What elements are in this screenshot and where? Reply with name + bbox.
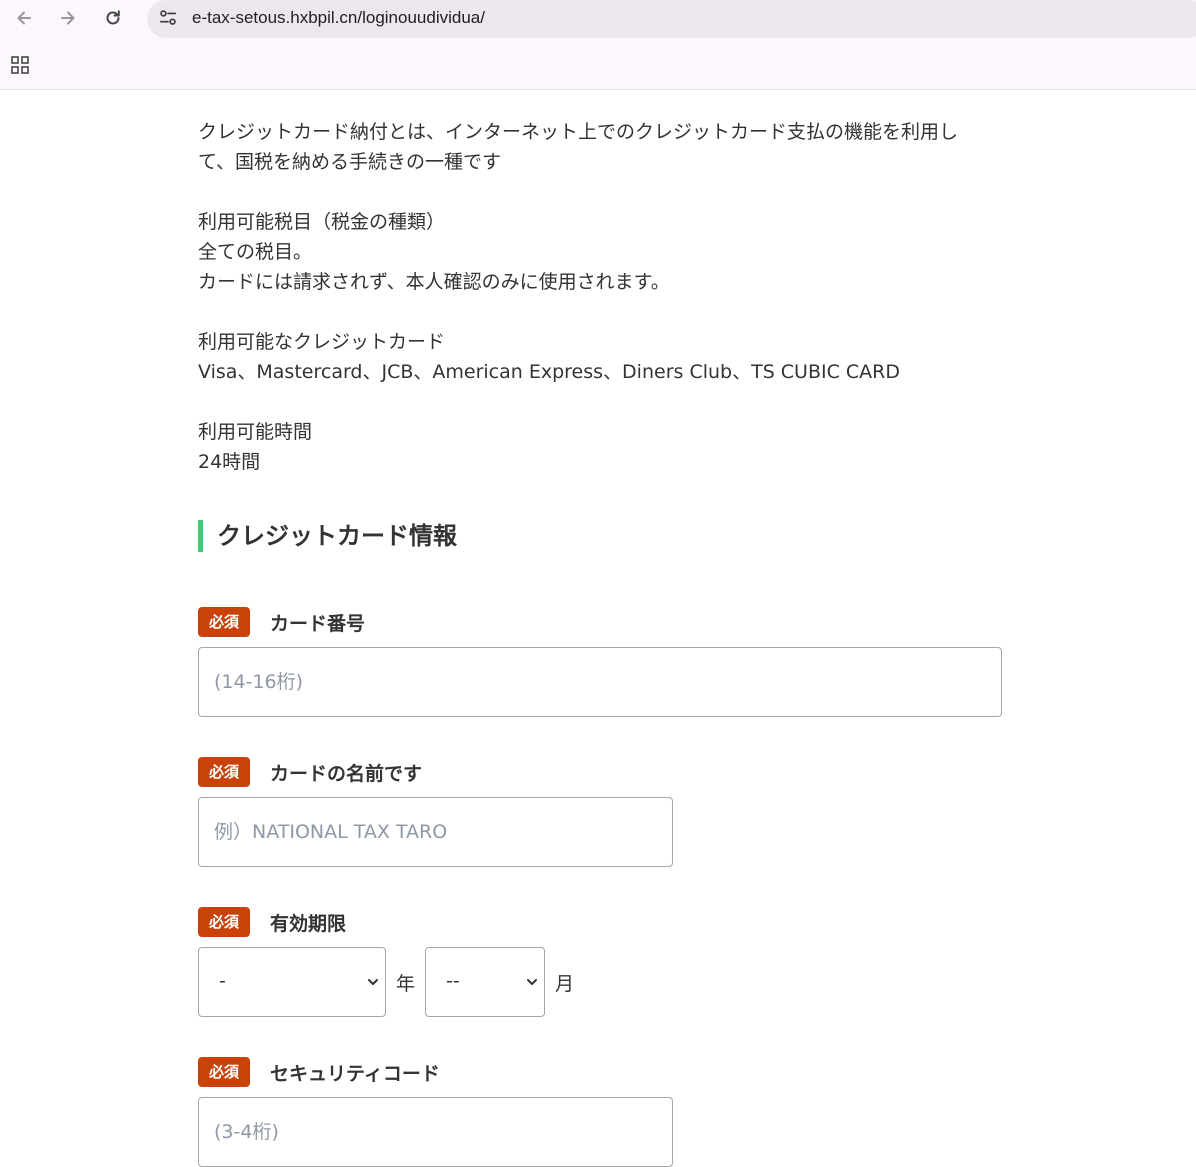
intro-text-line1: クレジットカード納付とは、インターネット上でのクレジットカード支払の機能を利用し — [198, 121, 959, 143]
card-number-label-text: カード番号 — [270, 612, 366, 635]
required-badge: 必須 — [198, 607, 250, 637]
security-code-label-text: セキュリティコード — [270, 1062, 440, 1085]
address-bar[interactable]: e-tax-setous.hxbpil.cn/loginouudividua/ — [147, 0, 1196, 38]
expiry-month-select[interactable]: -- — [425, 947, 546, 1017]
chevron-down-icon — [368, 979, 378, 985]
back-arrow-icon[interactable] — [11, 5, 37, 31]
security-code-group: 必須 セキュリティコード — [198, 1057, 1008, 1167]
card-number-input[interactable] — [198, 647, 1002, 717]
section-title: クレジットカード情報 — [198, 520, 1008, 552]
hours-value: 24時間 — [198, 451, 261, 473]
expiry-selects: - 年 -- 月 — [198, 947, 1008, 1017]
tax-types-value: 全ての税目。 — [198, 241, 313, 263]
expiry-group: 必須 有効期限 - 年 -- 月 — [198, 907, 1008, 1017]
expiry-year-select[interactable]: - — [198, 947, 386, 1017]
card-name-group: 必須 カードの名前です — [198, 757, 1008, 867]
browser-toolbar: e-tax-setous.hxbpil.cn/loginouudividua/ — [0, 0, 1196, 90]
card-name-label: 必須 カードの名前です — [198, 757, 1008, 787]
required-badge: 必須 — [198, 1057, 250, 1087]
card-number-label: 必須 カード番号 — [198, 607, 1008, 637]
expiry-year-value: - — [219, 970, 226, 992]
apps-grid-icon[interactable] — [10, 55, 30, 75]
tax-types-heading: 利用可能税目（税金の種類） — [198, 211, 446, 233]
site-settings-icon[interactable] — [157, 6, 179, 30]
month-unit: 月 — [555, 972, 575, 995]
main-content: クレジットカード納付とは、インターネット上でのクレジットカード支払の機能を利用し… — [198, 117, 1008, 1167]
accepted-cards-value: Visa、Mastercard、JCB、American Express、Din… — [198, 361, 901, 383]
expiry-label-text: 有効期限 — [270, 912, 347, 935]
required-badge: 必須 — [198, 907, 250, 937]
year-unit: 年 — [396, 972, 416, 995]
required-badge: 必須 — [198, 757, 250, 787]
reload-icon[interactable] — [100, 5, 126, 31]
expiry-month-value: -- — [446, 970, 460, 992]
url-text[interactable]: e-tax-setous.hxbpil.cn/loginouudividua/ — [192, 8, 485, 28]
chevron-down-icon — [527, 979, 538, 985]
card-name-input[interactable] — [198, 797, 673, 867]
card-charge-note: カードには請求されず、本人確認のみに使用されます。 — [198, 271, 670, 293]
security-code-label: 必須 セキュリティコード — [198, 1057, 1008, 1087]
forward-arrow-icon[interactable] — [55, 5, 81, 31]
expiry-label: 必須 有効期限 — [198, 907, 1008, 937]
card-number-group: 必須 カード番号 — [198, 607, 1008, 717]
hours-heading: 利用可能時間 — [198, 421, 313, 443]
accepted-cards-heading: 利用可能なクレジットカード — [198, 331, 446, 353]
intro-text-line2: て、国税を納める手続きの一種です — [198, 151, 502, 173]
card-name-label-text: カードの名前です — [270, 762, 423, 785]
